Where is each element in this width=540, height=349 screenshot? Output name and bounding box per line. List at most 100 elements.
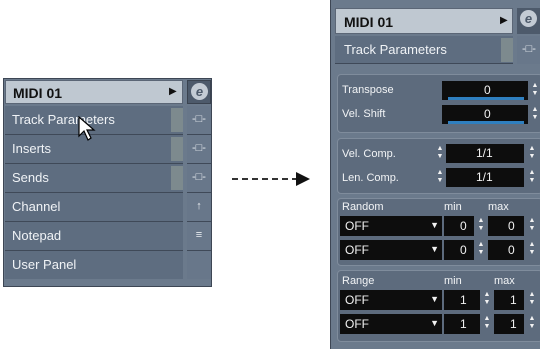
len-comp-label: Len. Comp. [342, 172, 399, 184]
expand-arrow-icon[interactable]: ▶ [500, 15, 508, 26]
transpose-group: Transpose 0 ▲ ▼ Vel. Shift 0 ▲ ▼ [337, 74, 540, 133]
random-2-max-value: 0 [508, 243, 515, 257]
range-min-label: min [444, 275, 462, 287]
random-1-max-value: 0 [508, 219, 515, 233]
dropdown-arrow-icon: ▼ [430, 244, 439, 254]
random-min-label: min [444, 201, 462, 213]
compression-group: Vel. Comp. ▲ ▼ 1/1 ▲ ▼ Len. Comp. ▲ ▼ 1/1 ▲… [337, 138, 540, 194]
random-2-max-field[interactable]: 0 [488, 240, 524, 260]
inspector-expanded: MIDI 01 ▶ e Track Parameters -□- Transpo… [330, 0, 540, 349]
vel-shift-field[interactable]: 0 [442, 105, 528, 124]
random-2-mode-select[interactable]: OFF ▼ [340, 240, 442, 260]
edit-button[interactable]: e [517, 8, 540, 34]
range-2-mode-value: OFF [345, 317, 369, 331]
channel-icon[interactable]: ↑ [187, 193, 211, 222]
random-1-max-field[interactable]: 0 [488, 216, 524, 236]
vel-shift-value: 0 [484, 107, 491, 121]
dropdown-arrow-icon: ▼ [430, 294, 439, 304]
vel-comp-value: 1/1 [476, 146, 493, 160]
dropdown-arrow-icon: ▼ [430, 220, 439, 230]
random-1-mode-select[interactable]: OFF ▼ [340, 216, 442, 236]
range-2-max-value: 1 [510, 317, 517, 331]
random-2-min-value: 0 [460, 243, 467, 257]
notepad-icon[interactable]: ≡ [187, 222, 211, 251]
section-label: Channel [12, 199, 61, 214]
section-channel[interactable]: Channel [5, 193, 183, 222]
vel-shift-spin-icon[interactable]: ▲ ▼ [531, 106, 539, 123]
range-1-mode-select[interactable]: OFF ▼ [340, 290, 442, 310]
vel-shift-slider-bar[interactable] [448, 121, 524, 124]
section-label: User Panel [12, 257, 77, 272]
range-2-min-field[interactable]: 1 [444, 314, 480, 334]
random-1-min-value: 0 [460, 219, 467, 233]
random-1-min-spin-icon[interactable]: ▲ ▼ [477, 217, 485, 234]
section-label: Track Parameters [344, 42, 447, 57]
section-label: Sends [12, 170, 49, 185]
random-max-label: max [488, 201, 509, 213]
section-side-bar [171, 108, 183, 132]
vel-comp-spin-right-icon[interactable]: ▲ ▼ [528, 145, 536, 162]
range-1-min-spin-icon[interactable]: ▲ ▼ [483, 291, 491, 308]
random-1-min-field[interactable]: 0 [444, 216, 474, 236]
section-user-panel[interactable]: User Panel [5, 251, 183, 279]
range-2-min-spin-icon[interactable]: ▲ ▼ [483, 315, 491, 332]
vel-shift-label: Vel. Shift [342, 108, 386, 120]
vel-comp-label: Vel. Comp. [342, 148, 396, 160]
transpose-label: Transpose [342, 84, 394, 96]
range-max-label: max [494, 275, 515, 287]
section-sends[interactable]: Sends [5, 164, 183, 193]
inspector-collapsed: MIDI 01 ▶ e Track Parameters -□- Inserts… [3, 78, 212, 287]
inserts-bypass-icon[interactable]: -□- [187, 135, 211, 164]
section-notepad[interactable]: Notepad [5, 222, 183, 251]
mouse-cursor-icon [78, 116, 96, 141]
len-comp-spin-left-icon[interactable]: ▲ ▼ [436, 169, 444, 186]
transpose-spin-icon[interactable]: ▲ ▼ [531, 82, 539, 99]
edit-button[interactable]: e [187, 80, 211, 104]
random-2-min-spin-icon[interactable]: ▲ ▼ [477, 241, 485, 258]
len-comp-spin-right-icon[interactable]: ▲ ▼ [528, 169, 536, 186]
edit-e-icon: e [191, 83, 208, 100]
range-1-min-field[interactable]: 1 [444, 290, 480, 310]
random-2-max-spin-icon[interactable]: ▲ ▼ [528, 241, 536, 258]
range-1-max-spin-icon[interactable]: ▲ ▼ [528, 291, 536, 308]
random-1-mode-value: OFF [345, 219, 369, 233]
random-2-mode-value: OFF [345, 243, 369, 257]
range-2-min-value: 1 [460, 317, 467, 331]
sends-bypass-icon[interactable]: -□- [187, 164, 211, 193]
vel-comp-field[interactable]: 1/1 [446, 144, 524, 163]
transpose-value: 0 [484, 83, 491, 97]
transpose-field[interactable]: 0 [442, 81, 528, 100]
transpose-slider-bar[interactable] [448, 97, 524, 100]
random-label: Random [342, 201, 384, 213]
range-2-max-spin-icon[interactable]: ▲ ▼ [528, 315, 536, 332]
expand-arrow-icon[interactable]: ▶ [169, 86, 177, 97]
dashed-arrow-line [232, 178, 298, 180]
random-1-max-spin-icon[interactable]: ▲ ▼ [528, 217, 536, 234]
range-group: Range min max OFF ▼ 1 ▲ ▼ 1 ▲ ▼ OFF ▼ 1 ▲ ▼… [337, 270, 540, 342]
section-side-bar [501, 38, 513, 62]
len-comp-value: 1/1 [476, 170, 493, 184]
section-side-bar [171, 137, 183, 161]
len-comp-field[interactable]: 1/1 [446, 168, 524, 187]
range-1-mode-value: OFF [345, 293, 369, 307]
user-panel-icon [187, 251, 211, 279]
random-2-min-field[interactable]: 0 [444, 240, 474, 260]
insert-bypass-icon[interactable]: -□- [187, 106, 211, 135]
track-parameters-bypass-icon[interactable]: -□- [517, 36, 540, 64]
range-2-mode-select[interactable]: OFF ▼ [340, 314, 442, 334]
vel-comp-spin-left-icon[interactable]: ▲ ▼ [436, 145, 444, 162]
section-track-parameters[interactable]: Track Parameters [335, 36, 513, 64]
range-1-max-value: 1 [510, 293, 517, 307]
track-name-bar[interactable]: MIDI 01 ▶ [5, 80, 183, 104]
random-group: Random min max OFF ▼ 0 ▲ ▼ 0 ▲ ▼ OFF ▼ 0 ▲… [337, 198, 540, 266]
track-name: MIDI 01 [344, 14, 394, 30]
arrow-right-icon [296, 172, 310, 186]
dropdown-arrow-icon: ▼ [430, 318, 439, 328]
section-label: Notepad [12, 228, 62, 243]
range-1-max-field[interactable]: 1 [494, 290, 524, 310]
range-2-max-field[interactable]: 1 [494, 314, 524, 334]
section-label: Track Parameters [12, 112, 115, 127]
range-label: Range [342, 275, 375, 287]
track-name-bar[interactable]: MIDI 01 ▶ [335, 8, 513, 34]
section-side-bar [171, 166, 183, 190]
